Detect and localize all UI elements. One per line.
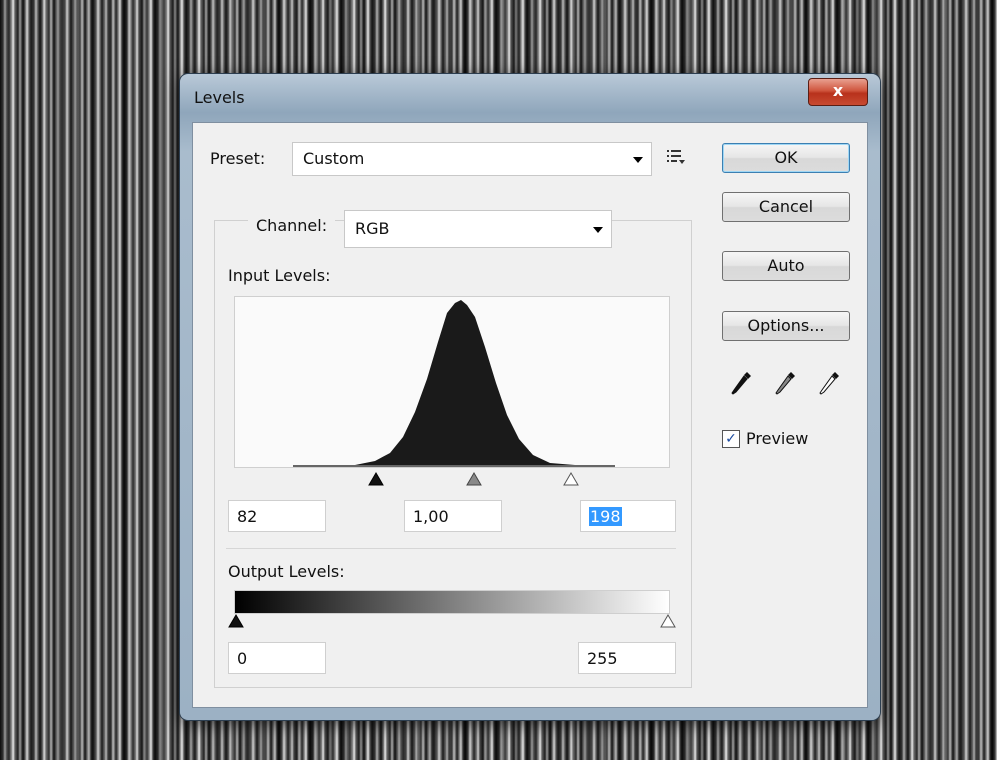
input-gamma-value: 1,00	[413, 507, 449, 526]
auto-button[interactable]: Auto	[722, 251, 850, 281]
gray-eyedropper-icon[interactable]	[774, 370, 796, 400]
divider	[226, 548, 676, 549]
input-black-value: 82	[237, 507, 258, 526]
cancel-button[interactable]: Cancel	[722, 192, 850, 222]
output-white-field[interactable]: 255	[578, 642, 676, 674]
input-white-field[interactable]: 198	[580, 500, 676, 532]
black-eyedropper-icon[interactable]	[730, 370, 752, 400]
input-white-value: 198	[589, 507, 622, 526]
output-black-value: 0	[237, 649, 248, 668]
output-white-slider[interactable]	[660, 614, 676, 628]
output-levels-label: Output Levels:	[228, 562, 345, 581]
preset-select[interactable]: Custom	[292, 142, 652, 176]
chevron-down-icon	[633, 157, 643, 163]
preset-label: Preset:	[210, 149, 266, 168]
output-white-value: 255	[587, 649, 618, 668]
channel-select[interactable]: RGB	[344, 210, 612, 248]
preset-menu-icon[interactable]	[666, 148, 686, 166]
close-button[interactable]: x	[808, 78, 868, 106]
input-gamma-field[interactable]: 1,00	[404, 500, 502, 532]
output-gradient-bar	[234, 590, 670, 614]
input-gamma-slider[interactable]	[466, 472, 482, 486]
output-black-field[interactable]: 0	[228, 642, 326, 674]
dialog-title: Levels	[194, 88, 245, 107]
ok-button[interactable]: OK	[722, 143, 850, 173]
preview-checkbox[interactable]: ✓	[722, 430, 740, 448]
white-eyedropper-icon[interactable]	[818, 370, 840, 400]
preset-value: Custom	[303, 149, 365, 168]
output-black-slider[interactable]	[228, 614, 244, 628]
channel-value: RGB	[355, 219, 390, 238]
input-levels-label: Input Levels:	[228, 266, 331, 285]
chevron-down-icon	[593, 227, 603, 233]
channel-label: Channel:	[248, 216, 336, 235]
input-black-slider[interactable]	[368, 472, 384, 486]
histogram	[234, 296, 670, 468]
input-white-slider[interactable]	[563, 472, 579, 486]
options-button[interactable]: Options...	[722, 311, 850, 341]
preview-label: Preview	[746, 429, 809, 448]
input-black-field[interactable]: 82	[228, 500, 326, 532]
